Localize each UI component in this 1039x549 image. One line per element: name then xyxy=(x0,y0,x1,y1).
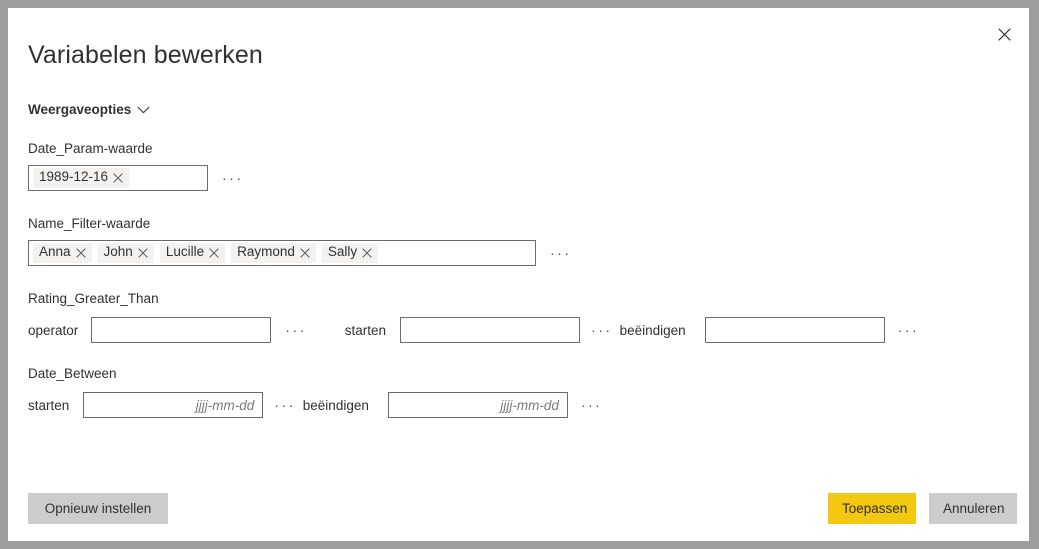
date-between-end-input[interactable]: jjjj-mm-dd xyxy=(387,392,568,418)
token[interactable]: Lucille xyxy=(159,243,226,263)
apply-button[interactable]: Toepassen xyxy=(828,493,916,524)
token[interactable]: 1989-12-16 xyxy=(33,168,130,188)
token-label: 1989-12-16 xyxy=(39,169,109,185)
token-remove-icon[interactable] xyxy=(75,247,86,258)
rating-operator-label: operator xyxy=(28,322,79,338)
date-between-start-more-button[interactable]: ··· xyxy=(274,398,296,412)
name-filter-input[interactable]: Anna John Lucille Raymond Sally xyxy=(28,240,536,266)
rating-start-label: starten xyxy=(344,322,387,338)
date-param-more-button[interactable]: ··· xyxy=(222,171,244,185)
date-param-input[interactable]: 1989-12-16 xyxy=(28,165,208,191)
date-placeholder-rest: -mm-dd xyxy=(207,397,255,413)
cancel-button[interactable]: Annuleren xyxy=(929,493,1017,524)
token-label: Sally xyxy=(327,244,358,260)
token[interactable]: Raymond xyxy=(231,243,316,263)
rating-row: operator ··· starten ··· beëindigen ··· xyxy=(28,317,919,343)
field-label-date-param: Date_Param-waarde xyxy=(28,141,153,156)
token-remove-glyph xyxy=(138,247,148,258)
name-filter-more-button[interactable]: ··· xyxy=(550,246,572,260)
token-remove-glyph xyxy=(362,247,372,258)
close-glyph xyxy=(997,27,1011,41)
token-label: Lucille xyxy=(165,244,205,260)
field-date-param: Date_Param-waarde 1989-12-16 ··· xyxy=(28,141,244,191)
field-date-between: Date_Between starten jjjj-mm-dd ··· beëi… xyxy=(28,366,602,418)
date-between-end-label: beëindigen xyxy=(302,397,369,413)
token[interactable]: John xyxy=(97,243,154,263)
field-rating-greater-than: Rating_Greater_Than operator ··· starten… xyxy=(28,291,919,343)
token-label: Anna xyxy=(39,244,71,260)
rating-end-input[interactable] xyxy=(704,317,885,343)
token-label: Raymond xyxy=(237,244,295,260)
date-between-start-input[interactable]: jjjj-mm-dd xyxy=(83,392,264,418)
date-placeholder-year: jjjj xyxy=(500,397,513,413)
rating-operator-more-button[interactable]: ··· xyxy=(285,323,307,337)
date-between-start-placeholder: jjjj-mm-dd xyxy=(196,398,259,413)
token-remove-icon[interactable] xyxy=(300,247,310,258)
rating-end-label: beëindigen xyxy=(619,322,686,338)
date-between-end-placeholder: jjjj-mm-dd xyxy=(500,398,563,413)
field-label-date-between: Date_Between xyxy=(28,366,117,381)
reset-button[interactable]: Opnieuw instellen xyxy=(28,493,168,524)
date-placeholder-year: jjjj xyxy=(195,397,208,413)
display-options-toggle[interactable]: Weergaveopties xyxy=(28,102,150,117)
token-label: John xyxy=(103,244,133,260)
token-remove-glyph xyxy=(75,247,86,258)
rating-start-input[interactable] xyxy=(400,317,581,343)
field-label-name-filter: Name_Filter-waarde xyxy=(28,216,151,231)
date-between-start-label: starten xyxy=(28,397,70,413)
token-remove-icon[interactable] xyxy=(138,247,148,258)
token[interactable]: Anna xyxy=(33,243,92,263)
token-remove-glyph xyxy=(209,247,219,258)
token-remove-icon[interactable] xyxy=(362,247,372,258)
close-icon[interactable] xyxy=(989,19,1019,49)
rating-end-more-button[interactable]: ··· xyxy=(898,323,920,337)
date-between-row: starten jjjj-mm-dd ··· beëindigen jjjj-m… xyxy=(28,392,602,418)
date-between-end-more-button[interactable]: ··· xyxy=(581,398,603,412)
chevron-down-icon xyxy=(137,106,150,113)
date-param-row: 1989-12-16 ··· xyxy=(28,165,244,191)
token[interactable]: Sally xyxy=(321,243,379,263)
date-placeholder-rest: -mm-dd xyxy=(512,397,559,413)
display-options-label: Weergaveopties xyxy=(28,102,132,117)
page-title: Variabelen bewerken xyxy=(28,41,263,69)
field-name-filter: Name_Filter-waarde Anna John Lucille Ray… xyxy=(28,216,572,266)
name-filter-row: Anna John Lucille Raymond Sally ··· xyxy=(28,240,572,266)
field-label-rating-greater-than: Rating_Greater_Than xyxy=(28,291,159,306)
edit-variables-dialog: Variabelen bewerken Weergaveopties Date_… xyxy=(8,8,1029,541)
token-remove-glyph xyxy=(113,172,123,183)
rating-operator-input[interactable] xyxy=(91,317,272,343)
rating-start-more-button[interactable]: ··· xyxy=(591,323,613,337)
token-remove-icon[interactable] xyxy=(209,247,219,258)
token-remove-glyph xyxy=(300,247,310,258)
token-remove-icon[interactable] xyxy=(113,172,123,183)
